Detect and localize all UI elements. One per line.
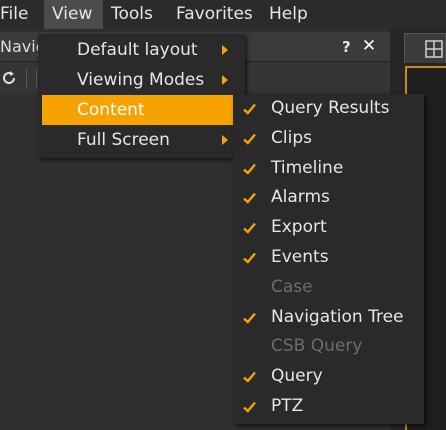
submenu-arrow-icon <box>222 75 228 85</box>
menu-item-label: PTZ <box>271 395 304 416</box>
submenu-arrow-icon <box>222 45 228 55</box>
toolbar-divider <box>36 69 37 87</box>
menu-help[interactable]: Help <box>261 0 321 29</box>
menu-item-label: Query <box>271 366 323 387</box>
checkmark-icon <box>243 163 256 175</box>
menu-item-label: CSB Query <box>271 336 363 357</box>
content-item-alarms[interactable]: Alarms <box>233 183 424 213</box>
checkmark-icon <box>243 103 256 115</box>
menu-item-label: Clips <box>271 127 312 148</box>
content-item-csb-query: CSB Query <box>233 332 424 362</box>
checkmark-icon <box>243 252 256 264</box>
panel-title: Navig <box>0 37 40 56</box>
checkmark-icon <box>243 222 256 234</box>
help-icon[interactable]: ? <box>342 37 356 57</box>
checkmark-icon <box>243 401 256 413</box>
menu-item-label: Events <box>271 246 329 267</box>
checkmark-icon <box>243 193 256 205</box>
checkmark-icon <box>243 371 256 383</box>
menu-item-label: Case <box>271 276 313 297</box>
content-item-timeline[interactable]: Timeline <box>233 154 424 184</box>
content-item-clips[interactable]: Clips <box>233 124 424 154</box>
checkmark-icon <box>243 133 256 145</box>
content-item-events[interactable]: Events <box>233 243 424 273</box>
menu-view[interactable]: View <box>44 0 103 29</box>
content-item-query[interactable]: Query <box>233 362 424 392</box>
content-item-case: Case <box>233 273 424 303</box>
content-item-query-results[interactable]: Query Results <box>233 94 424 124</box>
submenu-arrow-icon <box>222 135 228 145</box>
menubar: File View Tools Favorites Help <box>0 0 446 29</box>
menu-item-label: Default layout <box>77 40 198 60</box>
refresh-icon[interactable] <box>0 69 18 87</box>
view-menu-item-viewing-modes[interactable]: Viewing Modes <box>38 65 245 95</box>
toolbar-divider <box>26 69 27 87</box>
view-menu: Default layout Viewing Modes Content Ful… <box>38 34 245 158</box>
menu-item-label: Navigation Tree <box>271 306 404 327</box>
menu-item-label: Query Results <box>271 98 390 118</box>
menu-item-label: Alarms <box>271 187 330 208</box>
menu-item-label: Content <box>77 100 145 120</box>
content-submenu: Query Results Clips Timeline Alarms Expo… <box>233 94 424 424</box>
content-item-navigation-tree[interactable]: Navigation Tree <box>233 303 424 333</box>
menu-file[interactable]: File <box>0 0 44 29</box>
menu-item-label: Full Screen <box>77 130 170 150</box>
content-item-ptz[interactable]: PTZ <box>233 392 424 422</box>
menu-item-label: Timeline <box>271 157 344 178</box>
close-icon[interactable]: ✕ <box>360 35 378 57</box>
view-menu-item-default-layout[interactable]: Default layout <box>38 35 245 65</box>
menu-item-label: Export <box>271 217 327 238</box>
view-menu-item-content[interactable]: Content <box>42 95 245 125</box>
menu-item-label: Viewing Modes <box>77 70 205 90</box>
menu-tools[interactable]: Tools <box>103 0 168 29</box>
grid-icon[interactable] <box>425 40 443 58</box>
checkmark-icon <box>243 312 256 324</box>
menu-favorites[interactable]: Favorites <box>168 0 261 29</box>
view-menu-item-full-screen[interactable]: Full Screen <box>38 125 245 155</box>
content-item-export[interactable]: Export <box>233 213 424 243</box>
